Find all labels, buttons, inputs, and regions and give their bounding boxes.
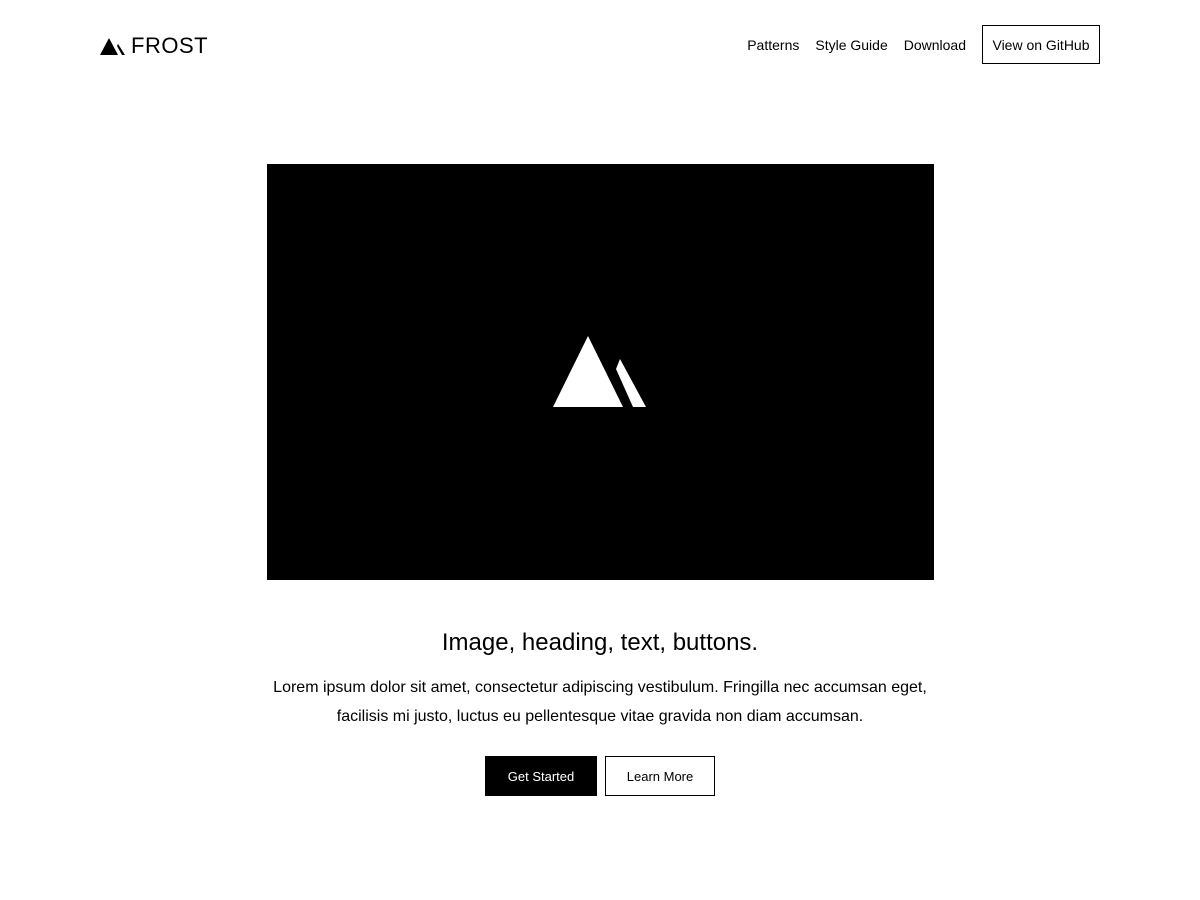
learn-more-button[interactable]: Learn More: [605, 756, 715, 796]
hero-body-text: Lorem ipsum dolor sit amet, consectetur …: [273, 679, 927, 725]
site-header: FROST Patterns Style Guide Download View…: [0, 0, 1200, 90]
view-on-github-button[interactable]: View on GitHub: [982, 25, 1100, 64]
hero-buttons: Get Started Learn More: [0, 756, 1200, 796]
get-started-button[interactable]: Get Started: [485, 756, 597, 796]
logo-text: FROST: [131, 33, 209, 58]
nav-link-download[interactable]: Download: [904, 36, 966, 54]
hero-heading: Image, heading, text, buttons.: [441, 629, 759, 656]
nav-link-style-guide[interactable]: Style Guide: [815, 36, 887, 54]
site-logo[interactable]: FROST: [100, 34, 208, 58]
mountain-icon: [553, 336, 646, 407]
nav-link-patterns[interactable]: Patterns: [747, 36, 799, 54]
hero-image: [267, 164, 934, 580]
main-navigation: Patterns Style Guide Download View on Gi…: [747, 25, 1100, 64]
mountain-logo-icon: [100, 38, 125, 55]
